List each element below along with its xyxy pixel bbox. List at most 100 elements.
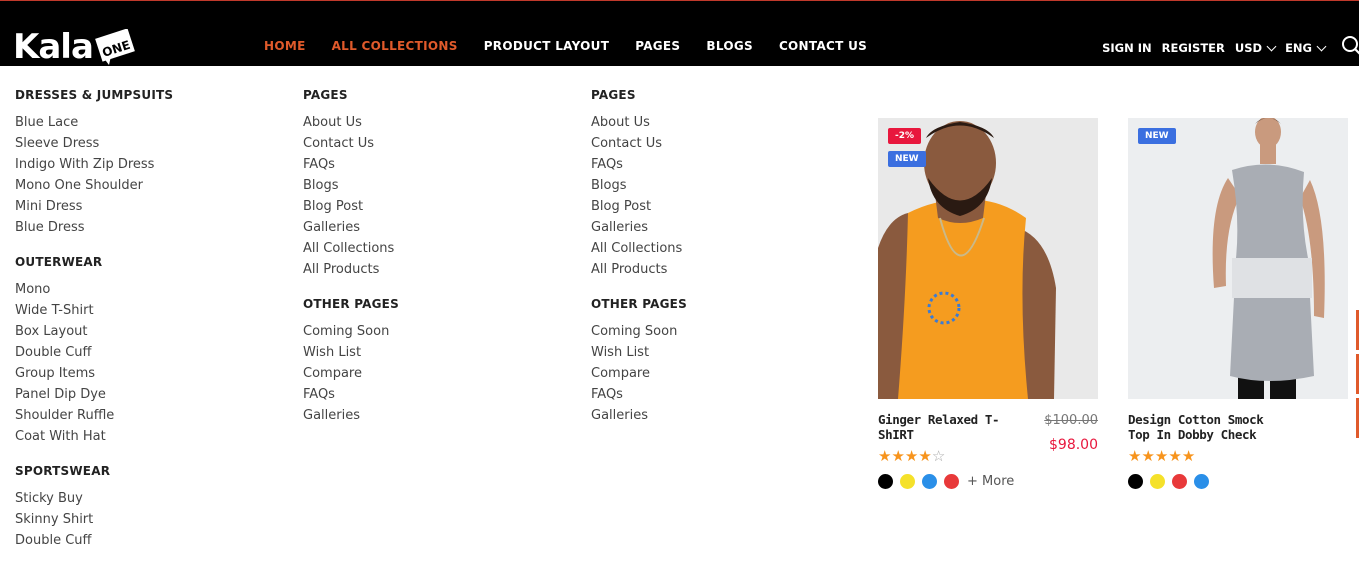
menu-link-list: Mono Wide T-Shirt Box Layout Double Cuff Gro…: [15, 282, 173, 450]
language-label: ENG: [1285, 41, 1312, 55]
menu-link[interactable]: Blue Dress: [15, 220, 173, 241]
nav-blogs[interactable]: BLOGS: [706, 39, 753, 53]
nav-product-layout[interactable]: PRODUCT LAYOUT: [484, 39, 610, 53]
menu-link[interactable]: Panel Dip Dye: [15, 387, 173, 408]
product-card[interactable]: -2% NEW Ginger Relaxed T-ShIRT $100.00 $…: [878, 118, 1098, 489]
menu-link-list: Coming Soon Wish List Compare FAQs Galleries: [591, 324, 687, 429]
menu-link[interactable]: All Products: [591, 262, 687, 283]
color-swatch[interactable]: [1128, 474, 1143, 489]
menu-column-2: PAGES About Us Contact Us FAQs Blogs Blog Pos…: [303, 88, 399, 429]
menu-link[interactable]: Wide T-Shirt: [15, 303, 173, 324]
menu-link[interactable]: Wish List: [591, 345, 687, 366]
menu-section-heading: OTHER PAGES: [303, 297, 399, 311]
color-swatch[interactable]: [900, 474, 915, 489]
product-image[interactable]: -2% NEW: [878, 118, 1098, 399]
star-filled-icon: ★: [1168, 448, 1182, 465]
color-swatch[interactable]: [1172, 474, 1187, 489]
more-colors-link[interactable]: + More: [967, 474, 1014, 489]
menu-link[interactable]: Skinny Shirt: [15, 512, 173, 533]
nav-contact-us[interactable]: CONTACT US: [779, 39, 867, 53]
menu-link[interactable]: Coming Soon: [303, 324, 399, 345]
menu-link[interactable]: Indigo With Zip Dress: [15, 157, 173, 178]
menu-link[interactable]: All Collections: [303, 241, 399, 262]
new-badge: NEW: [888, 151, 926, 167]
account-nav: SIGN IN REGISTER USD ENG: [1102, 36, 1359, 57]
color-swatch[interactable]: [944, 474, 959, 489]
menu-link[interactable]: Double Cuff: [15, 533, 173, 554]
star-filled-icon: ★: [1128, 448, 1142, 465]
search-icon[interactable]: [1341, 35, 1359, 57]
menu-link[interactable]: Blogs: [591, 178, 687, 199]
menu-section: OTHER PAGES Coming Soon Wish List Compare FA…: [303, 297, 399, 429]
menu-link[interactable]: Coat With Hat: [15, 429, 173, 450]
menu-link[interactable]: About Us: [303, 115, 399, 136]
chevron-down-icon: [1266, 41, 1277, 51]
top-header: Kala ONE HOME ALL COLLECTIONS PRODUCT LA…: [0, 0, 1359, 66]
product-card[interactable]: NEW Design Cotton Smock Top In Dobby Che…: [1128, 118, 1348, 489]
color-swatch[interactable]: [1150, 474, 1165, 489]
menu-link[interactable]: Compare: [303, 366, 399, 387]
product-title[interactable]: Ginger Relaxed T-ShIRT: [878, 412, 1028, 442]
menu-link-list: Sticky Buy Skinny Shirt Double Cuff: [15, 491, 173, 554]
menu-link[interactable]: Blog Post: [591, 199, 687, 220]
product-title[interactable]: Design Cotton Smock Top In Dobby Check: [1128, 412, 1288, 442]
color-swatch[interactable]: [1194, 474, 1209, 489]
menu-link[interactable]: All Collections: [591, 241, 687, 262]
menu-link[interactable]: FAQs: [303, 387, 399, 408]
main-nav: HOME ALL COLLECTIONS PRODUCT LAYOUT PAGE…: [264, 39, 893, 53]
sign-in-link[interactable]: SIGN IN: [1102, 41, 1152, 55]
product-old-price: $100.00: [1044, 413, 1098, 428]
menu-link[interactable]: About Us: [591, 115, 687, 136]
menu-link[interactable]: Contact Us: [591, 136, 687, 157]
menu-link[interactable]: Sleeve Dress: [15, 136, 173, 157]
menu-link[interactable]: Box Layout: [15, 324, 173, 345]
register-link[interactable]: REGISTER: [1162, 41, 1225, 55]
menu-link-list: About Us Contact Us FAQs Blogs Blog Post Gall…: [303, 115, 399, 283]
menu-link[interactable]: Galleries: [591, 220, 687, 241]
menu-link[interactable]: Mono: [15, 282, 173, 303]
menu-link[interactable]: Contact Us: [303, 136, 399, 157]
menu-section-heading: DRESSES & JUMPSUITS: [15, 88, 174, 102]
menu-link[interactable]: Galleries: [591, 408, 687, 429]
menu-link[interactable]: Galleries: [303, 220, 399, 241]
menu-link[interactable]: FAQs: [303, 157, 399, 178]
menu-link[interactable]: Blogs: [303, 178, 399, 199]
star-filled-icon: ★: [878, 448, 892, 465]
color-swatch[interactable]: [878, 474, 893, 489]
nav-pages[interactable]: PAGES: [635, 39, 680, 53]
star-filled-icon: ★: [1181, 448, 1196, 465]
site-logo[interactable]: Kala ONE: [13, 27, 135, 67]
menu-link[interactable]: Compare: [591, 366, 687, 387]
menu-link[interactable]: FAQs: [591, 157, 687, 178]
color-swatches: + More: [878, 474, 1098, 489]
menu-section: SPORTSWEAR Sticky Buy Skinny Shirt Double C…: [15, 464, 173, 554]
menu-link[interactable]: All Products: [303, 262, 399, 283]
star-filled-icon: ★: [1154, 448, 1169, 465]
currency-select[interactable]: USD: [1235, 41, 1277, 55]
nav-home[interactable]: HOME: [264, 39, 306, 53]
menu-link[interactable]: Group Items: [15, 366, 173, 387]
product-image[interactable]: NEW: [1128, 118, 1348, 399]
new-badge: NEW: [1138, 128, 1176, 144]
menu-section: PAGES About Us Contact Us FAQs Blogs Blog Pos…: [303, 88, 399, 283]
menu-link[interactable]: Double Cuff: [15, 345, 173, 366]
star-filled-icon: ★: [891, 448, 905, 465]
menu-link[interactable]: Galleries: [303, 408, 399, 429]
nav-all-collections[interactable]: ALL COLLECTIONS: [332, 39, 458, 53]
menu-section-heading: OTHER PAGES: [591, 297, 687, 311]
color-swatch[interactable]: [922, 474, 937, 489]
menu-link[interactable]: Mini Dress: [15, 199, 173, 220]
menu-link[interactable]: Shoulder Ruffle: [15, 408, 173, 429]
menu-section-heading: SPORTSWEAR: [15, 464, 111, 478]
star-filled-icon: ★: [1141, 448, 1155, 465]
menu-link[interactable]: FAQs: [591, 387, 687, 408]
menu-link[interactable]: Blog Post: [303, 199, 399, 220]
language-select[interactable]: ENG: [1285, 41, 1327, 55]
menu-link[interactable]: Sticky Buy: [15, 491, 173, 512]
logo-text: Kala: [13, 27, 94, 67]
menu-link[interactable]: Coming Soon: [591, 324, 687, 345]
menu-link[interactable]: Wish List: [303, 345, 399, 366]
menu-link[interactable]: Mono One Shoulder: [15, 178, 173, 199]
star-empty-icon: ☆: [931, 448, 946, 465]
menu-link[interactable]: Blue Lace: [15, 115, 173, 136]
